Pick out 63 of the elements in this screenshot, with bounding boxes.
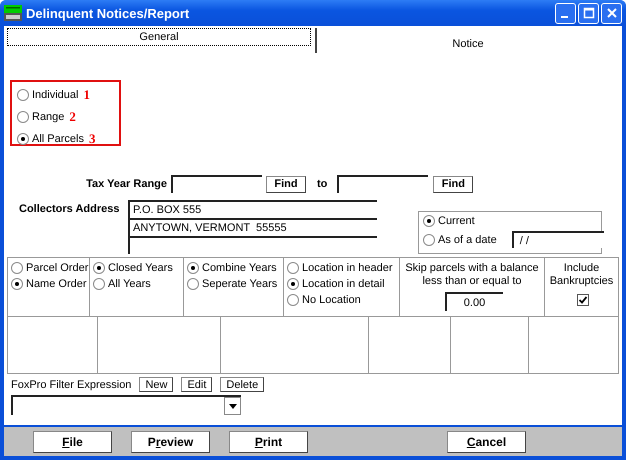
radio-label: All Parcels bbox=[32, 133, 84, 145]
radio-button[interactable] bbox=[17, 89, 29, 101]
footer-button[interactable]: Cancel bbox=[447, 430, 526, 452]
callout-number: 2 bbox=[69, 109, 76, 125]
radio-label: As of a date bbox=[438, 234, 497, 246]
radio-label: Closed Years bbox=[108, 262, 173, 274]
maximize-button[interactable] bbox=[578, 2, 599, 24]
address-field[interactable] bbox=[128, 236, 377, 254]
option-label: Include Bankruptcies bbox=[548, 262, 614, 288]
radio-label: Range bbox=[32, 111, 64, 123]
callout-number: 3 bbox=[88, 131, 96, 147]
find-button[interactable]: Find bbox=[433, 176, 474, 192]
radio-label: All Years bbox=[108, 278, 151, 290]
close-button[interactable] bbox=[601, 2, 622, 24]
radio-label: Combine Years bbox=[202, 262, 277, 274]
minimize-icon bbox=[560, 16, 568, 18]
radio-label: Seperate Years bbox=[202, 278, 278, 290]
radio-button[interactable] bbox=[93, 278, 105, 290]
dropdown-arrow-icon bbox=[228, 404, 236, 408]
radio-button[interactable] bbox=[287, 262, 299, 274]
radio-label: Location in header bbox=[302, 262, 393, 274]
radio-button[interactable] bbox=[17, 111, 29, 123]
tab[interactable]: General bbox=[7, 28, 311, 46]
radio-button[interactable] bbox=[187, 278, 199, 290]
checkbox[interactable] bbox=[577, 294, 589, 306]
filter-button[interactable]: Delete bbox=[220, 377, 264, 392]
radio-button[interactable] bbox=[11, 278, 23, 290]
window-title: Delinquent Notices/Report bbox=[26, 6, 190, 20]
footer-button[interactable]: File bbox=[33, 430, 112, 452]
address-field[interactable]: ANYTOWN, VERMONT 55555 bbox=[128, 218, 377, 236]
radio-label: Current bbox=[438, 215, 475, 227]
footer-button[interactable]: Preview bbox=[131, 430, 210, 452]
option-label: Skip parcels with a balance less than or equal to bbox=[404, 262, 540, 288]
radio-button[interactable] bbox=[287, 294, 299, 306]
radio-button[interactable] bbox=[423, 234, 435, 246]
minimize-button[interactable] bbox=[555, 2, 576, 24]
field-label: Tax Year Range bbox=[85, 178, 167, 190]
maximize-icon bbox=[582, 7, 594, 19]
footer-button[interactable]: Print bbox=[229, 430, 308, 452]
field-label: FoxPro Filter Expression bbox=[11, 378, 132, 390]
date-field[interactable]: / / bbox=[512, 231, 604, 248]
amount-field[interactable]: 0.00 bbox=[444, 292, 502, 311]
radio-button[interactable] bbox=[17, 133, 29, 145]
filter-button[interactable]: Edit bbox=[181, 377, 212, 392]
radio-label: Location in detail bbox=[302, 278, 385, 290]
radio-button[interactable] bbox=[187, 262, 199, 274]
filter-button[interactable]: New bbox=[139, 377, 174, 392]
radio-button[interactable] bbox=[11, 262, 23, 274]
radio-button[interactable] bbox=[287, 278, 299, 290]
close-icon bbox=[606, 7, 618, 19]
callout-number: 1 bbox=[83, 87, 90, 103]
radio-label: No Location bbox=[302, 294, 361, 306]
app-icon bbox=[4, 5, 22, 21]
radio-button[interactable] bbox=[93, 262, 105, 274]
radio-label: Individual bbox=[32, 89, 78, 101]
radio-button[interactable] bbox=[423, 215, 435, 227]
radio-label: Parcel Order bbox=[26, 262, 88, 274]
address-field[interactable]: P.O. BOX 555 bbox=[128, 200, 377, 218]
radio-label: Name Order bbox=[26, 278, 87, 290]
filter-dropdown[interactable] bbox=[11, 395, 241, 415]
field-label: Collectors Address bbox=[18, 202, 120, 217]
find-button[interactable]: Find bbox=[266, 176, 306, 192]
range-separator: to bbox=[317, 178, 328, 190]
